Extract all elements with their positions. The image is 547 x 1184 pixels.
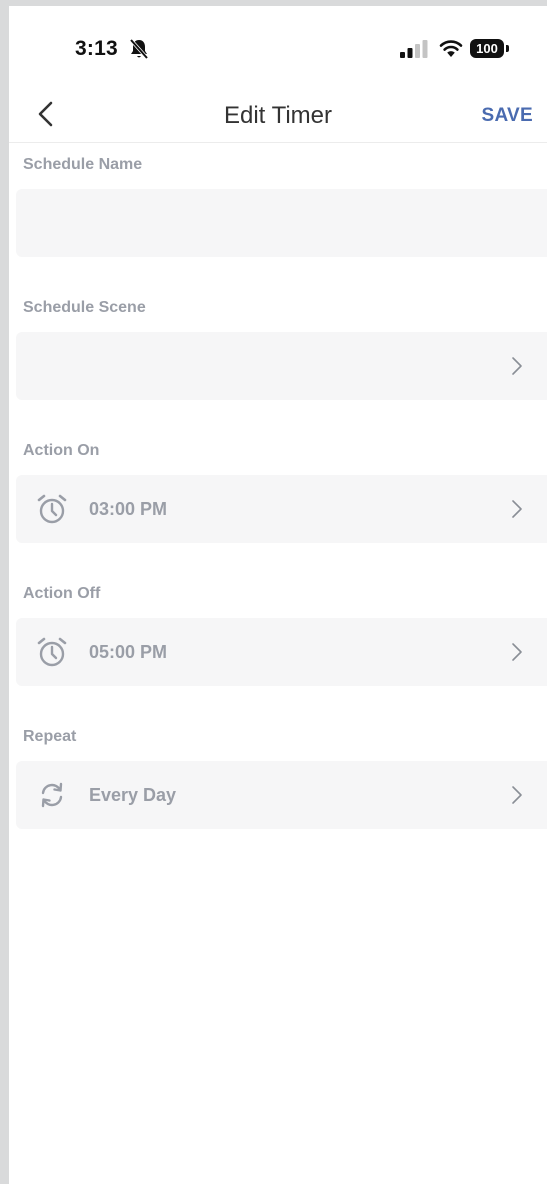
status-bar: 3:13 100 <box>9 6 547 86</box>
phone-screen: 3:13 100 Edit Timer SAVE Schedule Name S… <box>9 6 547 1184</box>
battery-icon: 100 <box>470 39 510 59</box>
battery-level: 100 <box>470 39 504 58</box>
status-time: 3:13 <box>75 37 118 60</box>
action-off-label: Action Off <box>23 585 101 602</box>
repeat-value: Every Day <box>89 785 177 805</box>
save-button[interactable]: SAVE <box>481 105 533 127</box>
action-on-label: Action On <box>23 442 100 459</box>
schedule-name-field[interactable] <box>16 189 547 257</box>
signal-icon <box>400 40 428 58</box>
battery-tip <box>506 45 509 52</box>
action-off-field[interactable]: 05:00 PM <box>16 618 547 686</box>
repeat-label: Repeat <box>23 728 77 745</box>
action-off-time: 05:00 PM <box>89 642 168 662</box>
alarm-clock-icon <box>37 494 67 524</box>
chevron-right-icon <box>512 643 522 661</box>
bell-slash-icon <box>129 38 149 60</box>
wifi-icon <box>439 40 463 57</box>
schedule-scene-field[interactable] <box>16 332 547 400</box>
schedule-scene-label: Schedule Scene <box>23 299 146 316</box>
action-on-field[interactable]: 03:00 PM <box>16 475 547 543</box>
page-title: Edit Timer <box>223 102 333 129</box>
chevron-right-icon <box>512 357 522 375</box>
alarm-clock-icon <box>37 637 67 667</box>
schedule-name-label: Schedule Name <box>23 156 143 173</box>
nav-bar: Edit Timer SAVE <box>9 86 547 143</box>
chevron-right-icon <box>512 500 522 518</box>
repeat-icon <box>41 782 63 808</box>
chevron-right-icon <box>512 786 522 804</box>
repeat-field[interactable]: Every Day <box>16 761 547 829</box>
action-on-time: 03:00 PM <box>89 499 168 519</box>
